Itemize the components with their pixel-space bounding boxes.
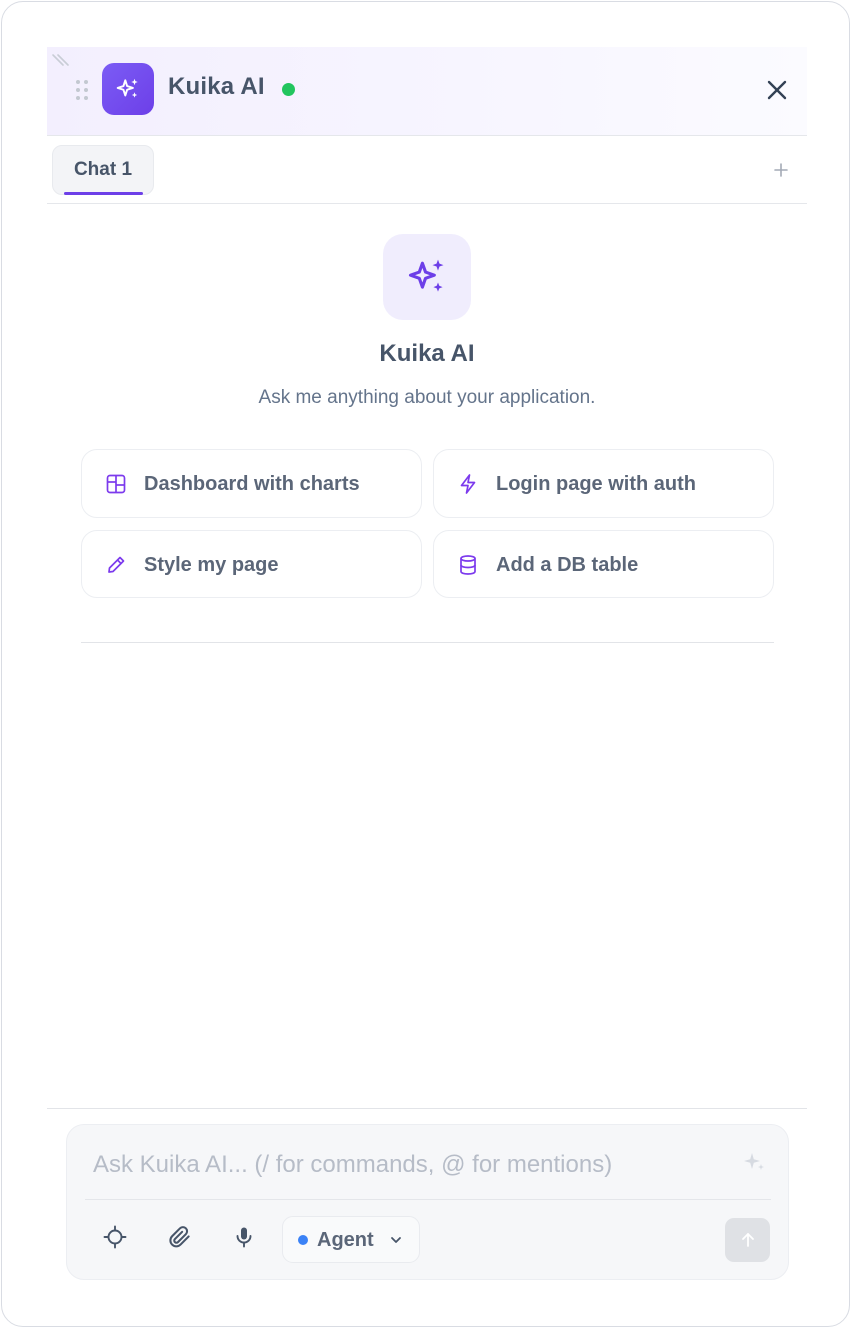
suggestion-add-db-table[interactable]: Add a DB table bbox=[433, 530, 774, 598]
plus-icon bbox=[774, 163, 788, 177]
close-icon bbox=[767, 80, 787, 100]
close-button[interactable] bbox=[762, 75, 792, 105]
microphone-icon bbox=[236, 1227, 252, 1248]
panel-header: Kuika AI bbox=[47, 47, 807, 136]
welcome-divider bbox=[81, 642, 774, 643]
prompt-input[interactable] bbox=[93, 1145, 703, 1185]
select-element-button[interactable] bbox=[99, 1221, 131, 1253]
suggestion-dashboard-with-charts[interactable]: Dashboard with charts bbox=[81, 449, 422, 518]
message-composer: Agent bbox=[66, 1124, 789, 1280]
new-chat-button[interactable] bbox=[769, 158, 793, 182]
chevron-down-icon bbox=[391, 1237, 401, 1243]
suggestion-label: Add a DB table bbox=[496, 554, 639, 576]
send-button[interactable] bbox=[725, 1218, 770, 1262]
suggestion-label: Dashboard with charts bbox=[144, 473, 360, 495]
suggestion-login-page-with-auth[interactable]: Login page with auth bbox=[433, 449, 774, 518]
sparkles-icon bbox=[116, 78, 138, 98]
pipette-icon bbox=[108, 556, 125, 573]
sparkles-icon bbox=[408, 259, 444, 292]
lightning-icon bbox=[460, 474, 476, 494]
composer-divider bbox=[85, 1199, 771, 1200]
panel-title: Kuika AI bbox=[168, 73, 265, 100]
layout-icon bbox=[106, 474, 126, 494]
tab-chat-1[interactable]: Chat 1 bbox=[52, 145, 154, 195]
hero-logo bbox=[383, 234, 471, 320]
database-icon bbox=[460, 555, 476, 575]
ai-chat-panel: Kuika AI Chat 1 Kuika AI Ask me anything… bbox=[47, 47, 807, 1285]
active-tab-indicator bbox=[64, 192, 143, 195]
app-frame: Kuika AI Chat 1 Kuika AI Ask me anything… bbox=[1, 1, 850, 1327]
crosshair-icon bbox=[103, 1225, 127, 1249]
welcome-title: Kuika AI bbox=[379, 340, 475, 367]
attach-file-button[interactable] bbox=[164, 1221, 196, 1253]
online-status-dot bbox=[282, 83, 295, 96]
drag-handle-icon[interactable] bbox=[75, 79, 89, 101]
suggestion-style-my-page[interactable]: Style my page bbox=[81, 530, 422, 598]
suggestion-label: Login page with auth bbox=[496, 473, 696, 495]
welcome-subtitle: Ask me anything about your application. bbox=[258, 387, 596, 408]
mode-label: Agent bbox=[317, 1229, 374, 1251]
suggestion-label: Style my page bbox=[144, 554, 279, 576]
send-arrow-icon bbox=[741, 1233, 754, 1247]
mode-indicator-dot bbox=[298, 1235, 308, 1245]
paperclip-icon bbox=[169, 1226, 190, 1248]
composer-separator bbox=[47, 1108, 807, 1109]
sparkle-enhance-icon[interactable] bbox=[741, 1149, 767, 1175]
resize-grip-icon[interactable] bbox=[51, 53, 69, 67]
tab-label: Chat 1 bbox=[73, 159, 133, 180]
chat-tabs: Chat 1 bbox=[47, 136, 807, 204]
mode-select[interactable]: Agent bbox=[282, 1216, 420, 1263]
app-logo bbox=[102, 63, 154, 115]
voice-input-button[interactable] bbox=[228, 1221, 260, 1253]
